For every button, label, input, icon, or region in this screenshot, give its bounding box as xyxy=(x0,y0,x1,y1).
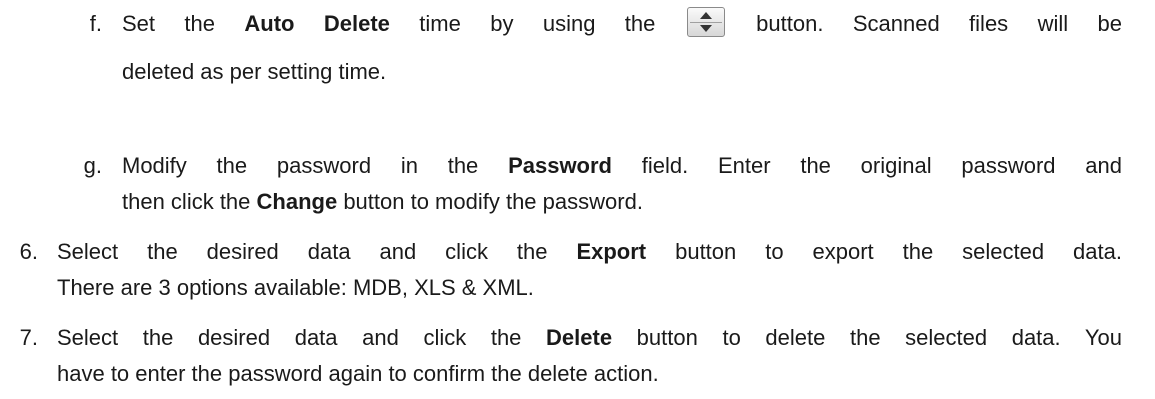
step-7-text-part: button to delete the selected data. You xyxy=(612,325,1122,350)
password-term: Password xyxy=(508,153,612,178)
step-f-line-1: Set the Auto Delete time by using the bu… xyxy=(122,6,1122,42)
step-7-marker: 7. xyxy=(19,325,38,350)
step-6-line-2: There are 3 options available: MDB, XLS … xyxy=(57,275,534,300)
step-f-text-part: time by using the xyxy=(389,11,685,36)
step-6-marker: 6. xyxy=(19,239,38,264)
step-6-text-part: button to export the selected data. xyxy=(646,239,1122,264)
step-g-text-part: field. Enter the original password and xyxy=(612,153,1122,178)
export-term: Export xyxy=(576,239,647,264)
step-7-text-part: Select the desired data and click the xyxy=(57,325,547,350)
step-g-text-part: Modify the password in the xyxy=(122,153,509,178)
arrow-up-icon xyxy=(699,12,712,20)
step-7-text: Select the desired data and click the De… xyxy=(57,320,1122,392)
step-f-line-2: deleted as per setting time. xyxy=(122,59,387,84)
step-6-line-1: Select the desired data and click the Ex… xyxy=(57,234,1122,270)
step-g-text-part: then click the xyxy=(122,189,257,214)
step-g-text: Modify the password in the Password fiel… xyxy=(122,148,1122,220)
change-term: Change xyxy=(256,189,338,214)
step-7-line-2: have to enter the password again to conf… xyxy=(57,361,659,386)
step-f-text-part: button. Scanned files will be xyxy=(726,11,1122,36)
step-g-line-2: then click the Change button to modify t… xyxy=(122,184,1122,220)
arrow-down-icon xyxy=(699,25,712,33)
step-6-text-part: Select the desired data and click the xyxy=(57,239,577,264)
delete-term: Delete xyxy=(546,325,613,350)
step-g-marker: g. xyxy=(83,153,102,178)
step-f-marker: f. xyxy=(89,11,102,36)
spinner-updown-icon xyxy=(686,7,725,38)
step-7-line-1: Select the desired data and click the De… xyxy=(57,320,1122,356)
auto-delete-term: Auto Delete xyxy=(244,11,390,36)
step-g-text-part: button to modify the password. xyxy=(337,189,643,214)
step-6-text: Select the desired data and click the Ex… xyxy=(57,234,1122,306)
document-page: f. Set the Auto Delete time by using the… xyxy=(0,0,1155,399)
step-f-text-part: Set the xyxy=(122,11,245,36)
step-g-line-1: Modify the password in the Password fiel… xyxy=(122,148,1122,184)
step-f-text: Set the Auto Delete time by using the bu… xyxy=(122,6,1122,90)
